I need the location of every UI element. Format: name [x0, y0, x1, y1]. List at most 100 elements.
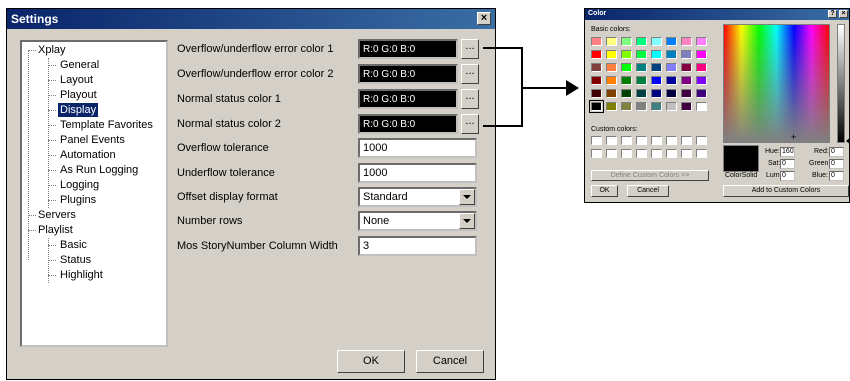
custom-color-swatch[interactable]: [651, 136, 662, 145]
basic-color-swatch[interactable]: [651, 89, 662, 98]
red-input[interactable]: 0: [829, 147, 844, 157]
basic-color-swatch[interactable]: [681, 50, 692, 59]
basic-color-swatch[interactable]: [621, 37, 632, 46]
basic-color-swatch[interactable]: [696, 37, 707, 46]
basic-color-swatch[interactable]: [591, 50, 602, 59]
basic-color-swatch[interactable]: [636, 76, 647, 85]
basic-color-swatch[interactable]: [696, 76, 707, 85]
basic-color-swatch[interactable]: [681, 63, 692, 72]
help-button[interactable]: ?: [828, 10, 837, 18]
custom-color-swatch[interactable]: [591, 149, 602, 158]
custom-color-swatch[interactable]: [636, 136, 647, 145]
basic-color-swatch[interactable]: [606, 102, 617, 111]
tree-item-template-favorites[interactable]: Template Favorites: [60, 118, 153, 132]
basic-color-swatch[interactable]: [696, 102, 707, 111]
basic-color-swatch[interactable]: [636, 37, 647, 46]
basic-color-swatch[interactable]: [636, 63, 647, 72]
tree-item-as-run-logging[interactable]: As Run Logging: [60, 163, 138, 177]
color-close-button[interactable]: ×: [839, 10, 848, 18]
tree-item-automation[interactable]: Automation: [60, 148, 116, 162]
basic-color-swatch[interactable]: [606, 89, 617, 98]
basic-color-swatch[interactable]: [606, 37, 617, 46]
luminance-slider[interactable]: [837, 24, 845, 143]
color-cancel-button[interactable]: Cancel: [627, 185, 669, 197]
basic-color-swatch[interactable]: [681, 76, 692, 85]
tree-item-highlight[interactable]: Highlight: [60, 268, 103, 282]
basic-color-swatch[interactable]: [591, 63, 602, 72]
ok-button[interactable]: OK: [337, 350, 405, 373]
offset-format-select[interactable]: Standard: [358, 187, 477, 207]
basic-color-swatch[interactable]: [591, 76, 602, 85]
basic-color-swatch[interactable]: [666, 76, 677, 85]
basic-color-swatch[interactable]: [651, 37, 662, 46]
tree-item-servers[interactable]: Servers: [38, 208, 76, 222]
overflow-tolerance-input[interactable]: 1000: [358, 138, 477, 158]
tree-item-panel-events[interactable]: Panel Events: [60, 133, 125, 147]
tree-item-basic[interactable]: Basic: [60, 238, 87, 252]
basic-color-swatch[interactable]: [651, 63, 662, 72]
define-custom-colors-button[interactable]: Define Custom Colors >>: [591, 170, 709, 181]
settings-close-button[interactable]: ×: [477, 12, 491, 25]
custom-color-swatch[interactable]: [606, 149, 617, 158]
blue-input[interactable]: 0: [829, 171, 844, 181]
underflow-tolerance-input[interactable]: 1000: [358, 163, 477, 183]
green-input[interactable]: 0: [829, 159, 844, 169]
custom-color-swatch[interactable]: [591, 136, 602, 145]
tree-item-status[interactable]: Status: [60, 253, 91, 267]
settings-tree[interactable]: Xplay General Layout Playout Display Tem…: [20, 40, 168, 347]
tree-item-playlist[interactable]: Playlist: [38, 223, 73, 237]
basic-color-swatch[interactable]: [696, 89, 707, 98]
custom-color-swatch[interactable]: [636, 149, 647, 158]
basic-color-swatch[interactable]: [666, 89, 677, 98]
tree-item-playout[interactable]: Playout: [60, 88, 97, 102]
custom-color-swatch[interactable]: [681, 136, 692, 145]
basic-color-swatch[interactable]: [621, 50, 632, 59]
custom-color-swatch[interactable]: [621, 149, 632, 158]
cancel-button[interactable]: Cancel: [416, 350, 484, 373]
basic-color-swatch[interactable]: [666, 102, 677, 111]
mos-width-input[interactable]: 3: [358, 236, 477, 256]
basic-color-swatch[interactable]: [621, 102, 632, 111]
overflow-color2-picker-button[interactable]: ...: [461, 64, 479, 84]
basic-color-swatch[interactable]: [651, 50, 662, 59]
normal-color2-picker-button[interactable]: ...: [461, 114, 479, 134]
luminance-pointer-icon[interactable]: [846, 137, 850, 145]
custom-color-swatch[interactable]: [666, 149, 677, 158]
basic-color-swatch[interactable]: [621, 89, 632, 98]
basic-color-swatch[interactable]: [666, 37, 677, 46]
chevron-down-icon[interactable]: [459, 189, 475, 205]
basic-color-swatch[interactable]: [696, 63, 707, 72]
custom-color-swatch[interactable]: [696, 149, 707, 158]
basic-color-swatch[interactable]: [589, 100, 604, 113]
tree-item-plugins[interactable]: Plugins: [60, 193, 96, 207]
chevron-down-icon[interactable]: [459, 213, 475, 229]
sat-input[interactable]: 0: [780, 159, 795, 169]
tree-item-logging[interactable]: Logging: [60, 178, 99, 192]
basic-color-swatch[interactable]: [591, 89, 602, 98]
lum-input[interactable]: 0: [780, 171, 795, 181]
custom-color-swatch[interactable]: [606, 136, 617, 145]
basic-color-swatch[interactable]: [636, 102, 647, 111]
custom-color-swatch[interactable]: [651, 149, 662, 158]
hue-input[interactable]: 160: [780, 147, 795, 157]
tree-item-xplay[interactable]: Xplay: [38, 43, 66, 57]
color-ok-button[interactable]: OK: [591, 185, 618, 197]
basic-color-swatch[interactable]: [606, 76, 617, 85]
custom-color-swatch[interactable]: [621, 136, 632, 145]
basic-color-swatch[interactable]: [636, 50, 647, 59]
basic-color-swatch[interactable]: [636, 89, 647, 98]
custom-color-swatch[interactable]: [666, 136, 677, 145]
add-to-custom-colors-button[interactable]: Add to Custom Colors: [723, 185, 849, 197]
basic-color-swatch[interactable]: [591, 37, 602, 46]
custom-color-swatch[interactable]: [696, 136, 707, 145]
basic-color-swatch[interactable]: [696, 50, 707, 59]
tree-item-general[interactable]: General: [60, 58, 99, 72]
color-spectrum[interactable]: [723, 24, 830, 143]
basic-color-swatch[interactable]: [681, 102, 692, 111]
basic-color-swatch[interactable]: [666, 63, 677, 72]
basic-color-swatch[interactable]: [651, 102, 662, 111]
tree-item-display[interactable]: Display: [58, 103, 99, 117]
overflow-color1-picker-button[interactable]: ...: [461, 39, 479, 59]
basic-color-swatch[interactable]: [666, 50, 677, 59]
basic-color-swatch[interactable]: [621, 76, 632, 85]
